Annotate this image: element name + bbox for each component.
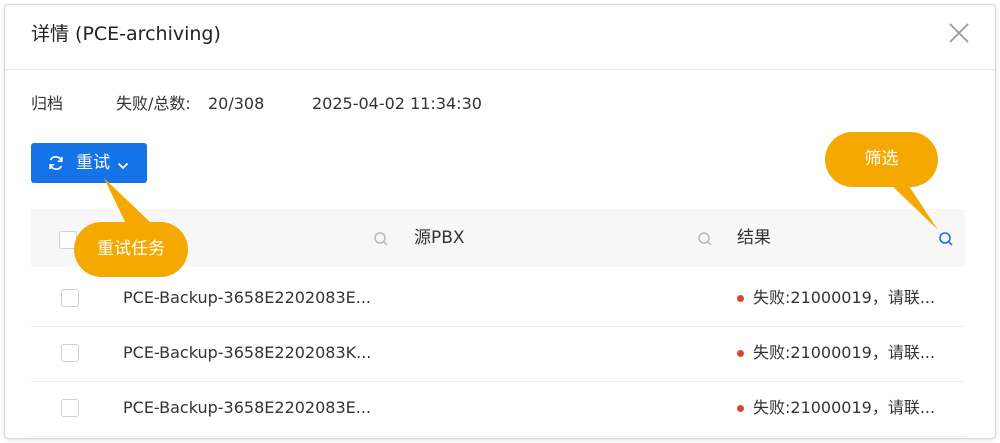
dialog-header: 详情 (PCE-archiving) — [5, 5, 995, 70]
failed-total-label: 失败/总数: — [116, 94, 191, 113]
table-row: PCE-Backup-3658E2202083E... 失败:21000019，… — [31, 381, 965, 437]
row-name: PCE-Backup-3658E2202083E... — [123, 288, 372, 307]
column-header-source-pbx: 源PBX — [414, 228, 465, 248]
name-column-search-icon[interactable] — [373, 231, 389, 247]
refresh-icon — [47, 154, 65, 172]
close-icon[interactable] — [947, 21, 971, 45]
row-name: PCE-Backup-3658E2202083E... — [123, 398, 372, 417]
error-status-dot — [737, 350, 744, 357]
failed-total-value: 20/308 — [208, 94, 265, 113]
result-filter-search-icon[interactable] — [938, 231, 954, 247]
row-result: 失败:21000019，请联... — [753, 288, 936, 307]
archive-type: 归档 — [31, 94, 64, 113]
table-row: PCE-Backup-3658E2202083E... 失败:21000019，… — [31, 271, 965, 327]
row-checkbox[interactable] — [61, 289, 79, 307]
retry-task-callout: 重试任务 — [74, 222, 188, 277]
row-result: 失败:21000019，请联... — [753, 343, 936, 362]
row-checkbox[interactable] — [61, 399, 79, 417]
row-name: PCE-Backup-3658E2202083K... — [123, 343, 372, 362]
source-pbx-search-icon[interactable] — [697, 231, 713, 247]
dialog-title: 详情 (PCE-archiving) — [31, 23, 221, 45]
retry-button-label: 重试 — [76, 153, 110, 173]
error-status-dot — [737, 295, 744, 302]
chevron-down-icon — [117, 157, 129, 170]
table-row: PCE-Backup-3658E2202083K... 失败:21000019，… — [31, 326, 965, 382]
retry-button[interactable]: 重试 — [31, 143, 147, 183]
row-checkbox[interactable] — [61, 344, 79, 362]
error-status-dot — [737, 405, 744, 412]
filter-callout: 筛选 — [825, 132, 938, 187]
column-header-result: 结果 — [737, 228, 771, 248]
timestamp: 2025-04-02 11:34:30 — [312, 94, 482, 113]
row-result: 失败:21000019，请联... — [753, 398, 936, 417]
